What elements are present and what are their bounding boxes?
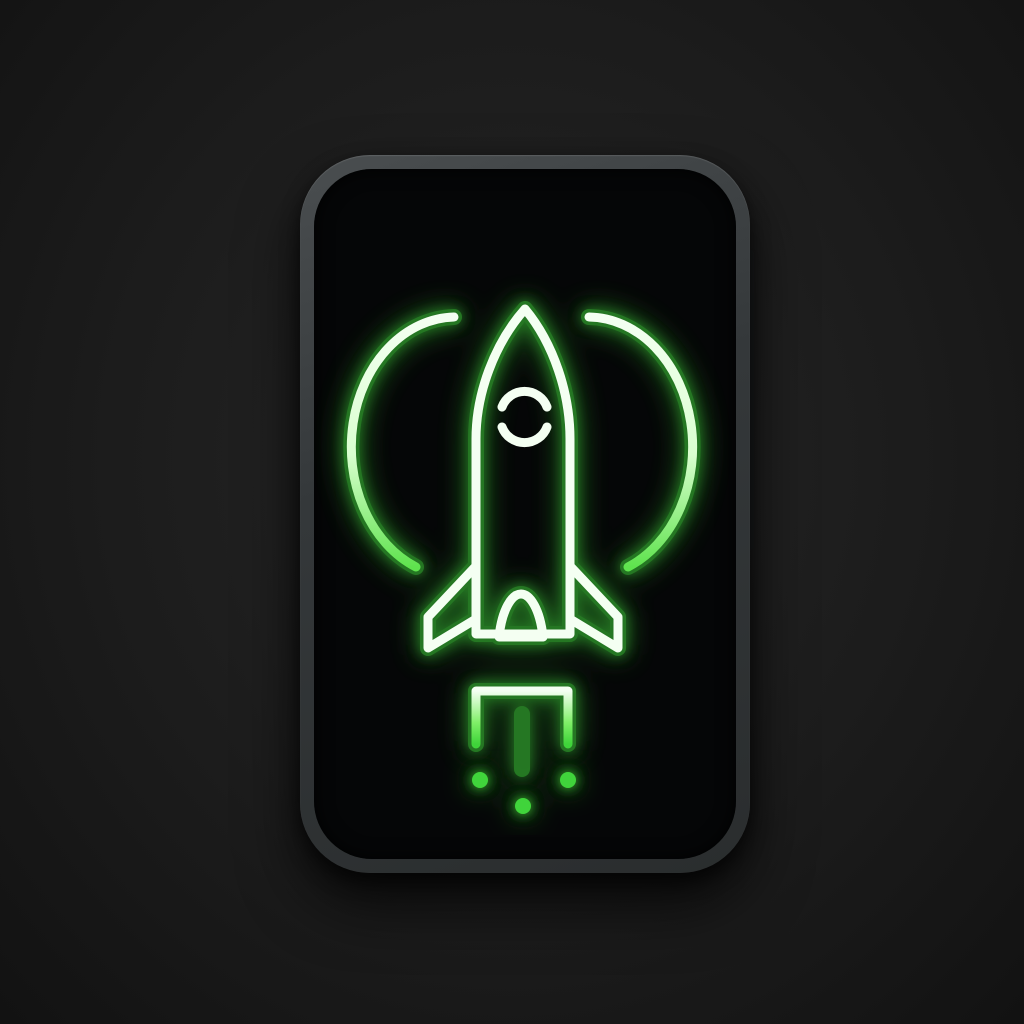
rocket-body (471, 304, 575, 639)
exhaust-dot-right (560, 772, 576, 788)
backdrop (0, 0, 1024, 1024)
rocket-window-top (497, 386, 552, 412)
exhaust-dot-center (515, 798, 531, 814)
exhaust-dot-left (472, 772, 488, 788)
rocket-launch-icon (343, 301, 701, 814)
rocket-window-bottom (497, 422, 552, 448)
device-screen (314, 169, 736, 859)
device-frame (300, 155, 750, 873)
